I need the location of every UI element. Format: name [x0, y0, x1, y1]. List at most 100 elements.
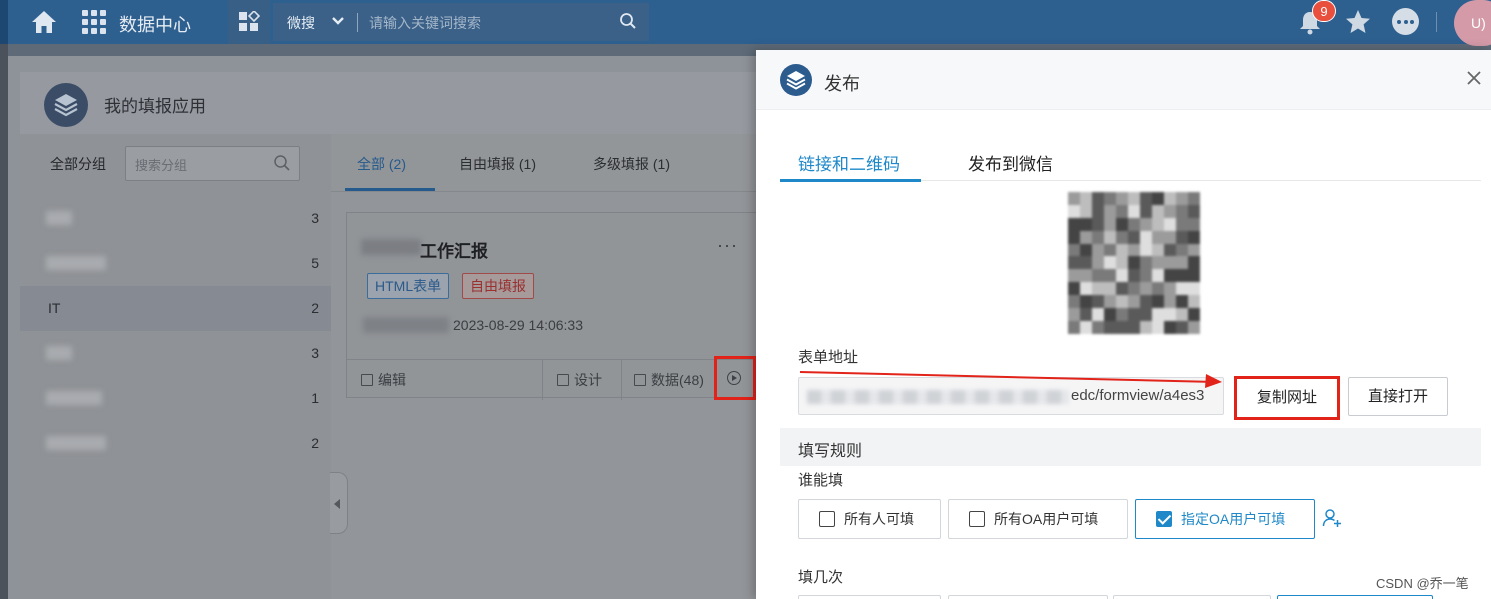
group-count: 2 — [311, 300, 319, 316]
tab-free-fill[interactable]: 自由填报 (1) — [459, 154, 536, 174]
table-icon — [634, 374, 646, 386]
drawer-title: 发布 — [824, 74, 860, 94]
option-label: 指定OA用户可填 — [1181, 511, 1286, 527]
group-name-redacted — [46, 256, 106, 270]
design-icon — [557, 374, 569, 386]
widgets-icon — [239, 11, 260, 31]
data-label: 数据(48) — [651, 372, 704, 388]
open-directly-button[interactable]: 直接打开 — [1348, 377, 1448, 416]
times-option[interactable] — [948, 595, 1108, 599]
group-name-redacted — [46, 346, 72, 360]
design-button[interactable]: 设计 — [557, 370, 602, 390]
publish-highlight[interactable] — [714, 356, 756, 400]
fill-rules-title: 填写规则 — [798, 443, 863, 460]
group-search-placeholder: 搜索分组 — [135, 158, 188, 173]
option-all-oa-users[interactable]: 所有OA用户可填 — [948, 499, 1128, 539]
group-item[interactable]: 1 — [20, 376, 331, 421]
group-item[interactable]: 3 — [20, 196, 331, 241]
group-count: 3 — [311, 210, 319, 226]
option-label: 所有OA用户可填 — [994, 511, 1099, 527]
option-specified-oa-users[interactable]: 指定OA用户可填 — [1135, 499, 1315, 539]
app-center-title: 数据中心 — [119, 15, 191, 35]
left-edge — [0, 44, 8, 599]
layers-logo-icon — [780, 64, 812, 96]
option-label: 所有人可填 — [844, 511, 914, 527]
search-icon[interactable] — [619, 12, 637, 30]
group-item[interactable]: 2 — [20, 421, 331, 466]
group-item[interactable]: 5 — [20, 241, 331, 286]
play-icon[interactable] — [727, 371, 741, 385]
times-option-selected[interactable] — [1277, 595, 1433, 599]
annotation-arrow — [799, 371, 1222, 388]
form-title: 工作汇报 — [420, 242, 488, 261]
timestamp: 2023-08-29 14:06:33 — [453, 317, 583, 333]
tag-html-form: HTML表单 — [367, 273, 450, 299]
watermark: CSDN @乔一笔 — [1376, 576, 1469, 591]
edit-button[interactable]: 编辑 — [361, 370, 406, 390]
checkbox-checked[interactable] — [1156, 511, 1172, 527]
search-icon[interactable] — [273, 154, 291, 172]
group-name: IT — [48, 300, 61, 316]
times-option[interactable] — [798, 595, 941, 599]
checkbox[interactable] — [819, 511, 835, 527]
active-tab-indicator — [780, 179, 921, 182]
global-search[interactable]: 微搜 请输入关键词搜索 — [273, 3, 649, 41]
app-panel: 我的填报应用 全部分组 搜索分组 3 5 IT 2 3 1 2 全部 (2) 自… — [20, 72, 757, 599]
all-groups-label[interactable]: 全部分组 — [50, 154, 106, 174]
edit-icon — [361, 374, 373, 386]
chevron-down-icon[interactable] — [331, 16, 345, 26]
option-anyone[interactable]: 所有人可填 — [798, 499, 941, 539]
chevron-left-icon — [334, 499, 340, 509]
group-sidebar: 全部分组 搜索分组 3 5 IT 2 3 1 2 — [20, 134, 331, 599]
apps-grid-icon[interactable] — [82, 10, 106, 34]
search-scope[interactable]: 微搜 — [287, 13, 315, 33]
tab-publish-wechat[interactable]: 发布到微信 — [968, 150, 1053, 175]
avatar[interactable]: U) — [1454, 0, 1491, 46]
tab-all[interactable]: 全部 (2) — [357, 154, 406, 174]
add-user-icon[interactable] — [1322, 508, 1342, 528]
who-can-fill-label: 谁能填 — [798, 472, 844, 489]
action-divider — [542, 360, 543, 400]
copy-url-button[interactable]: 复制网址 — [1234, 376, 1340, 420]
star-icon[interactable] — [1344, 8, 1372, 36]
top-bar: 数据中心 微搜 请输入关键词搜索 9 U) — [0, 0, 1491, 46]
group-search-input[interactable]: 搜索分组 — [125, 146, 300, 181]
tab-multi-level[interactable]: 多级填报 (1) — [593, 154, 670, 174]
search-divider — [357, 13, 358, 32]
layers-logo-icon — [44, 83, 88, 127]
fill-times-label: 填几次 — [798, 569, 844, 586]
qr-code — [1068, 192, 1200, 334]
times-option[interactable] — [1113, 595, 1271, 599]
drawer-header: 发布 — [756, 50, 1491, 110]
close-icon[interactable] — [1464, 68, 1484, 88]
design-label: 设计 — [574, 372, 602, 388]
home-icon[interactable] — [30, 9, 58, 35]
main-area: 我的填报应用 全部分组 搜索分组 3 5 IT 2 3 1 2 全部 (2) 自… — [8, 56, 757, 599]
page-title: 我的填报应用 — [104, 97, 206, 116]
tab-link-qrcode[interactable]: 链接和二维码 — [798, 150, 900, 175]
more-icon[interactable] — [1392, 8, 1419, 35]
group-name-redacted — [46, 211, 72, 225]
group-count: 5 — [311, 255, 319, 271]
tag-free-fill: 自由填报 — [462, 273, 534, 299]
group-item[interactable]: 3 — [20, 331, 331, 376]
group-item-it[interactable]: IT 2 — [20, 286, 331, 331]
publish-drawer: 发布 链接和二维码 发布到微信 表单地址 edc/formview/a4es3 … — [756, 50, 1491, 599]
fill-rules-section: 填写规则 — [780, 428, 1481, 466]
action-divider — [621, 360, 622, 400]
group-count: 3 — [311, 345, 319, 361]
search-input[interactable]: 请输入关键词搜索 — [369, 13, 481, 33]
widgets-button[interactable] — [228, 0, 270, 44]
card-actions: 编辑 设计 数据(48) — [347, 359, 757, 400]
data-button[interactable]: 数据(48) — [634, 370, 704, 390]
author-redacted — [363, 317, 449, 333]
form-card[interactable]: 工作汇报 ··· HTML表单 自由填报 2023-08-29 14:06:33… — [346, 212, 757, 400]
more-options-icon[interactable]: ··· — [717, 235, 738, 256]
edit-label: 编辑 — [378, 372, 406, 388]
active-tab-indicator — [345, 188, 435, 191]
logo-strip — [0, 0, 8, 44]
sidebar-collapse-handle[interactable] — [330, 472, 348, 534]
checkbox[interactable] — [969, 511, 985, 527]
topbar-divider — [1436, 12, 1437, 32]
app-header: 我的填报应用 — [20, 72, 756, 134]
